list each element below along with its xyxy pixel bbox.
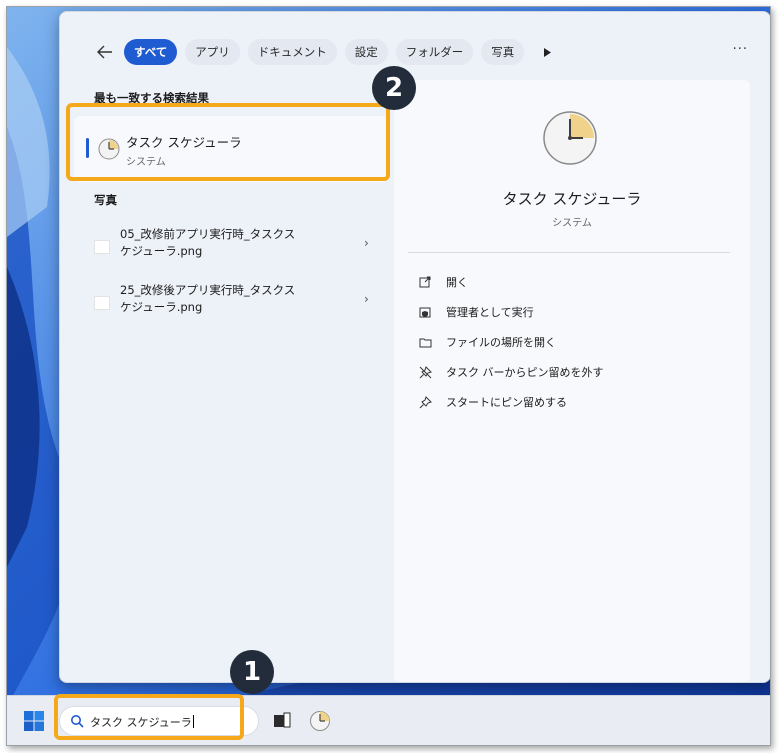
play-more-icon[interactable] [538,39,556,65]
tab-all[interactable]: すべて [124,39,178,65]
tab-apps[interactable]: アプリ [185,39,240,65]
more-options-icon[interactable]: ··· [733,42,748,57]
tab-folders[interactable]: フォルダー [395,39,474,65]
chevron-right-icon[interactable]: › [364,236,369,250]
pin-icon [418,395,432,409]
detail-app-category: システム [552,218,592,229]
photo-result-item[interactable]: 05_改修前アプリ実行時_タスクス ケジューラ.png › [80,226,380,272]
photos-heading: 写真 [94,193,117,207]
action-pin-to-start[interactable]: スタートにピン留めする [418,392,567,412]
tab-photos[interactable]: 写真 [481,39,525,65]
detail-app-name: タスク スケジューラ [502,190,642,208]
folder-icon [418,335,432,349]
action-open-file-location[interactable]: ファイルの場所を開く [418,332,556,352]
image-file-icon [94,240,110,254]
open-icon [418,275,432,289]
step-badge-1: 1 [230,650,274,694]
photo-filename: 05_改修前アプリ実行時_タスクス ケジューラ.png [120,227,296,258]
tab-documents[interactable]: ドキュメント [247,39,337,65]
action-run-as-admin[interactable]: 管理者として実行 [418,302,534,322]
action-open[interactable]: 開く [418,272,468,292]
task-scheduler-clock-icon[interactable] [309,710,331,732]
chevron-right-icon[interactable]: › [364,292,369,306]
task-scheduler-clock-icon [543,111,597,165]
unpin-icon [418,365,432,379]
highlight-search-box [54,694,244,740]
step-badge-2: 2 [372,66,416,110]
tab-settings[interactable]: 設定 [344,39,388,65]
photo-filename: 25_改修後アプリ実行時_タスクス ケジューラ.png [120,283,296,314]
shield-icon [418,305,432,319]
photo-result-item[interactable]: 25_改修後アプリ実行時_タスクス ケジューラ.png › [80,282,380,328]
highlight-best-match [66,103,390,181]
windows-start-icon[interactable] [23,710,45,732]
task-view-icon[interactable] [271,710,293,732]
detail-pane: タスク スケジューラ システム 開く 管理者として実行 ファイルの場所を開く タ… [394,80,750,682]
back-arrow-icon[interactable] [94,41,116,63]
image-file-icon [94,296,110,310]
filter-tabs: すべて アプリ ドキュメント 設定 フォルダー 写真 [94,38,556,66]
divider [408,252,730,253]
action-unpin-taskbar[interactable]: タスク バーからピン留めを外す [418,362,604,382]
